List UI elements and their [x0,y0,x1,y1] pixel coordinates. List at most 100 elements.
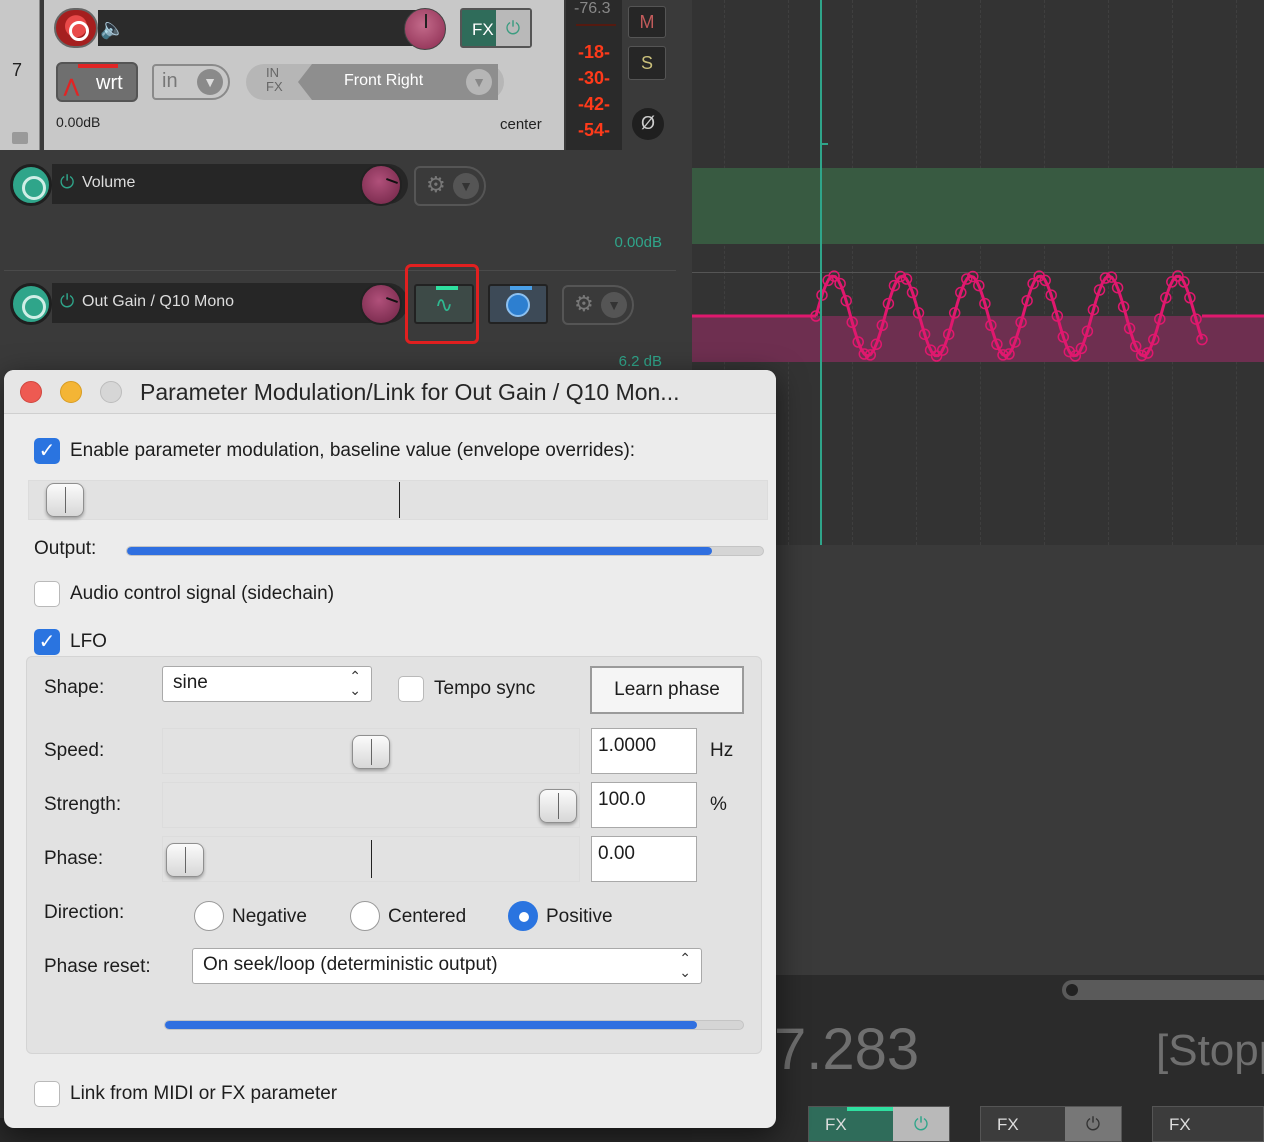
track-name-field[interactable] [98,10,438,46]
input-channel-value: Front Right [344,72,424,89]
tempo-sync-checkbox[interactable] [398,676,424,702]
audio-control-checkbox[interactable] [34,581,60,607]
envelope-name-field[interactable]: ⏻ Volume [52,164,408,204]
gear-icon: ⚙ [426,172,446,197]
minimize-button[interactable] [60,381,82,403]
phase-reset-select[interactable]: On seek/loop (deterministic output) ⌃ ⌄ [192,948,702,984]
envelope-arm-button[interactable] [10,283,52,325]
speaker-icon: 🔈 [100,18,125,40]
lfo-label: LFO [70,631,107,652]
mixer-fx-slot[interactable]: FX ⏻ [808,1106,950,1142]
track-fx-button[interactable]: FX ⏻ [460,8,532,48]
chevron-down-icon: ▼ [466,69,492,95]
baseline-center-tick [399,482,400,518]
envelope-value-knob[interactable] [360,164,402,206]
volume-envelope-lane[interactable] [692,168,1264,244]
baseline-slider[interactable] [28,480,768,520]
output-label: Output: [34,538,97,559]
horizontal-scrollbar[interactable] [1062,980,1264,1000]
phase-center-tick [371,840,372,878]
phase-reset-value: On seek/loop (deterministic output) [203,954,498,975]
zoom-button[interactable] [100,381,122,403]
speed-slider-thumb[interactable] [352,735,390,769]
power-icon[interactable]: ⏻ [1065,1107,1121,1141]
direction-negative-radio[interactable] [194,901,224,931]
track-volume-knob[interactable] [404,8,446,50]
mixer-fx-slot[interactable]: FX ⏻ [980,1106,1122,1142]
track-volume-readout: 0.00dB [56,114,101,130]
arrange-view[interactable]: 7.283 [Stopp [692,0,1264,1142]
envelope-name: Volume [82,174,136,191]
phase-invert-button[interactable]: Ø [632,108,664,140]
direction-centered-radio[interactable] [350,901,380,931]
input-select-button[interactable]: in ▼ [152,64,230,100]
envelope-arm-button[interactable] [10,164,52,206]
shape-select[interactable]: sine ⌃ ⌄ [162,666,372,702]
speed-label: Speed: [44,740,105,761]
input-channel-select[interactable]: Front Right ▼ [298,64,498,100]
strength-input[interactable]: 100.0 [591,782,697,828]
meter-mark: -30- [578,68,611,88]
dialog-titlebar[interactable]: Parameter Modulation/Link for Out Gain /… [4,370,776,414]
mixer-fx-label: FX [1169,1115,1191,1134]
lfo-envelope-points [810,270,1208,362]
track-fx-label: FX [472,20,494,39]
shape-label: Shape: [44,677,105,698]
envelope-name: Out Gain / Q10 Mono [82,293,235,310]
baseline-slider-thumb[interactable] [45,483,84,517]
meter-peak-readout: -76.3 [574,0,611,17]
shape-value: sine [173,672,208,693]
strength-label: Strength: [44,794,122,815]
enable-modulation-label: Enable parameter modulation, baseline va… [70,440,636,461]
meter-mark: -42- [578,94,611,114]
phase-input[interactable]: 0.00 [591,836,697,882]
envelope-value-knob[interactable] [360,283,402,325]
record-arm-button[interactable] [54,8,98,48]
envelope-lane-volume: ⏻ Volume ⚙ ▼ 0.00dB [4,152,676,264]
knob-icon [506,293,530,317]
solo-button[interactable]: S [628,46,666,80]
strength-unit: % [710,794,727,815]
mixer-fx-slot[interactable]: FX [1152,1106,1264,1142]
phase-label: Phase: [44,848,104,869]
parameter-knob-button[interactable] [488,284,548,324]
automation-mode-button[interactable]: ⋀ wrt [56,62,138,102]
close-button[interactable] [20,381,42,403]
lfo-output-meter-fill [165,1021,697,1029]
direction-positive-radio[interactable] [508,901,538,931]
mute-button[interactable]: M [628,6,666,38]
envelope-settings-button[interactable]: ⚙ ▼ [414,166,486,206]
envelope-name-field[interactable]: ⏻ Out Gain / Q10 Mono [52,283,408,323]
learn-phase-button[interactable]: Learn phase [590,666,744,714]
phase-reset-label: Phase reset: [44,956,151,977]
enable-modulation-checkbox[interactable]: ✓ [34,438,60,464]
speed-input[interactable]: 1.0000 [591,728,697,774]
stepper-icon: ⌃ ⌄ [679,950,691,980]
fx-bypass-power-icon[interactable]: ⏻ [496,10,530,46]
strength-slider-thumb[interactable] [539,789,577,823]
envelope-value-readout: 0.00dB [614,234,662,251]
envelope-settings-button[interactable]: ⚙ ▼ [562,285,634,325]
lfo-output-meter [164,1020,744,1030]
link-midi-fx-label: Link from MIDI or FX parameter [70,1083,338,1104]
strength-slider[interactable] [162,782,580,828]
track-number: 7 [12,60,23,80]
lfo-checkbox[interactable]: ✓ [34,629,60,655]
phase-slider-thumb[interactable] [166,843,204,877]
lfo-envelope-line [814,274,1204,358]
envelope-bypass-power-icon[interactable]: ⏻ [60,172,74,193]
chevron-down-icon: ▼ [601,292,627,318]
link-midi-fx-checkbox[interactable] [34,1081,60,1107]
automation-envelope-icon: ⋀ [64,76,79,96]
highlight-box [405,264,479,344]
envelope-value-readout: 6.2 dB [618,353,662,370]
input-label: in [162,70,178,92]
folder-icon[interactable] [12,132,28,144]
lfo-envelope-curve [692,270,1264,362]
envelope-bypass-power-icon[interactable]: ⏻ [60,291,74,312]
stepper-icon: ⌃ ⌄ [349,668,361,698]
automation-indicator [78,64,118,68]
empty-track-area[interactable] [692,545,1264,975]
power-icon[interactable]: ⏻ [893,1107,949,1141]
tempo-sync-label: Tempo sync [434,678,536,699]
